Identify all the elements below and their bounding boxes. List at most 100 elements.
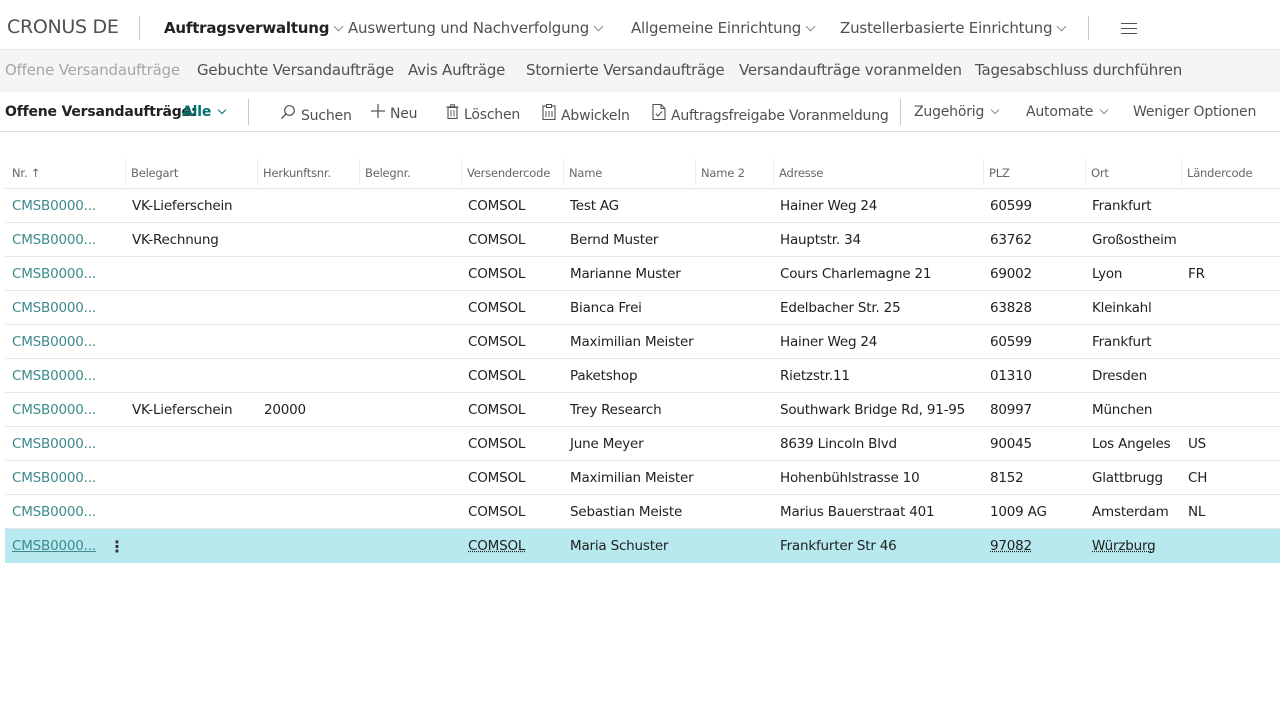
chevron-down-icon [990,105,1000,115]
cell-nr[interactable]: CMSB0000... [12,198,96,214]
cell-laendercode: CH [1188,470,1208,486]
action-divider [248,99,249,125]
new-label: Neu [390,106,418,122]
cell-nr[interactable]: CMSB0000... [12,232,96,248]
cell-versendercode: COMSOL [468,436,526,452]
cell-adresse: Edelbacher Str. 25 [780,300,901,316]
table-row[interactable]: CMSB0000... COMSOL Paketshop Rietzstr.11 013… [5,359,1280,393]
cell-nr[interactable]: CMSB0000... [12,538,96,554]
cell-versendercode: COMSOL [468,232,526,248]
table-row[interactable]: CMSB0000... COMSOL Sebastian Meiste Marius … [5,495,1280,529]
hamburger-icon[interactable] [1121,23,1137,34]
cell-name: Paketshop [570,368,638,384]
column-header-nr[interactable]: Nr. ↑ [12,166,40,180]
cell-adresse: Hohenbühlstrasse 10 [780,470,920,486]
cell-ort: Dresden [1092,368,1148,384]
fewer-options-button[interactable]: Weniger Optionen [1133,104,1256,120]
subnav-gebuchte-versandauftraege[interactable]: Gebuchte Versandaufträge [197,61,394,79]
new-button[interactable]: Neu [371,104,418,122]
topnav-allgemeine-einrichtung[interactable]: Allgemeine Einrichtung [631,19,816,37]
company-name[interactable]: CRONUS DE [7,16,119,38]
table-row[interactable]: CMSB0000... COMSOL Maximilian Meister Hohen… [5,461,1280,495]
subnav-versandauftraege-voranmelden[interactable]: Versandaufträge voranmelden [739,61,962,79]
delete-button[interactable]: Löschen [446,104,520,123]
column-divider [563,159,564,185]
cell-adresse: Hainer Weg 24 [780,198,878,214]
cell-name: Sebastian Meiste [570,504,683,520]
cell-nr[interactable]: CMSB0000... [12,334,96,350]
subnav-stornierte-versandauftraege[interactable]: Stornierte Versandaufträge [526,61,725,79]
subnav-offene-versandauftraege[interactable]: Offene Versandaufträge [5,61,180,79]
cell-adresse: Hainer Weg 24 [780,334,878,350]
cell-plz: 60599 [990,334,1032,350]
column-header-name-2[interactable]: Name 2 [701,166,745,180]
search-icon [280,104,296,124]
column-header-belegnr[interactable]: Belegnr. [365,166,411,180]
cell-nr[interactable]: CMSB0000... [12,436,96,452]
cell-versendercode: COMSOL [468,504,526,520]
cell-nr[interactable]: CMSB0000... [12,504,96,520]
column-divider [125,159,126,185]
cell-ort: Amsterdam [1092,504,1169,520]
column-header-versendercode[interactable]: Versendercode [467,166,550,180]
search-label: Suchen [301,108,352,124]
related-label: Zugehörig [914,104,985,120]
row-menu-icon[interactable]: ⋮ [109,537,125,556]
cell-nr[interactable]: CMSB0000... [12,402,96,418]
cell-ort: Los Angeles [1092,436,1171,452]
cell-nr[interactable]: CMSB0000... [12,470,96,486]
column-header-plz[interactable]: PLZ [989,166,1010,180]
cell-versendercode: COMSOL [468,266,526,282]
search-button[interactable]: Suchen [280,104,352,124]
cell-ort: Lyon [1092,266,1123,282]
cell-herkunftsnr: 20000 [264,402,306,418]
table-row[interactable]: CMSB0000... VK-Rechnung COMSOL Bernd Muster… [5,223,1280,257]
cell-name: Maximilian Meister [570,334,694,350]
column-header-herkunftsnr[interactable]: Herkunftsnr. [263,166,331,180]
column-header-adresse[interactable]: Adresse [779,166,823,180]
related-dropdown[interactable]: Zugehörig [914,104,1000,120]
topnav-label: Auftragsverwaltung [164,19,330,37]
cell-plz: 8152 [990,470,1024,486]
column-header-name[interactable]: Name [569,166,602,180]
chevron-down-icon [805,21,816,32]
cell-adresse: Cours Charlemagne 21 [780,266,932,282]
column-divider [1181,159,1182,185]
chevron-down-icon [593,21,604,32]
column-header-belegart[interactable]: Belegart [131,166,178,180]
filter-dropdown[interactable]: Alle [182,104,227,120]
column-header-ort[interactable]: Ort [1091,166,1109,180]
table-row[interactable]: CMSB0000... COMSOL Maria Schuster Frankfurt… [5,529,1280,563]
cell-plz: 63828 [990,300,1032,316]
table-row[interactable]: CMSB0000... COMSOL June Meyer 8639 Lincoln … [5,427,1280,461]
process-button[interactable]: Abwickeln [542,104,630,124]
page-title: Offene Versandaufträge: [5,104,197,120]
cell-nr[interactable]: CMSB0000... [12,368,96,384]
subnav-avis-auftraege[interactable]: Avis Aufträge [408,61,505,79]
topnav-label: Allgemeine Einrichtung [631,19,802,37]
column-header-laendercode[interactable]: Ländercode [1187,166,1253,180]
chevron-down-icon [333,21,344,32]
table-row[interactable]: CMSB0000... COMSOL Maximilian Meister Haine… [5,325,1280,359]
cell-name: Maximilian Meister [570,470,694,486]
cell-nr[interactable]: CMSB0000... [12,300,96,316]
cell-nr[interactable]: CMSB0000... [12,266,96,282]
table-row[interactable]: CMSB0000... VK-Lieferschein 20000 COMSOL Tre… [5,393,1280,427]
table-row[interactable]: CMSB0000... COMSOL Marianne Muster Cours Ch… [5,257,1280,291]
table-row[interactable]: CMSB0000... COMSOL Bianca Frei Edelbacher S… [5,291,1280,325]
cell-versendercode: COMSOL [468,470,526,486]
subnav-tagesabschluss[interactable]: Tagesabschluss durchführen [975,61,1182,79]
cell-name: June Meyer [570,436,644,452]
release-button[interactable]: Auftragsfreigabe Voranmeldung [652,103,889,124]
topnav-zustellerbasierte-einrichtung[interactable]: Zustellerbasierte Einrichtung [840,19,1067,37]
topnav-label: Auswertung und Nachverfolgung [348,19,590,37]
process-label: Abwickeln [561,108,630,124]
topnav-auswertung[interactable]: Auswertung und Nachverfolgung [348,19,604,37]
table-row[interactable]: CMSB0000... VK-Lieferschein COMSOL Test AG H… [5,189,1280,223]
cell-plz: 90045 [990,436,1032,452]
trash-icon [446,104,459,123]
automate-dropdown[interactable]: Automate [1026,104,1109,120]
topnav-auftragsverwaltung[interactable]: Auftragsverwaltung [164,19,344,37]
chevron-down-icon [217,105,227,115]
cell-plz: 97082 [990,538,1032,554]
